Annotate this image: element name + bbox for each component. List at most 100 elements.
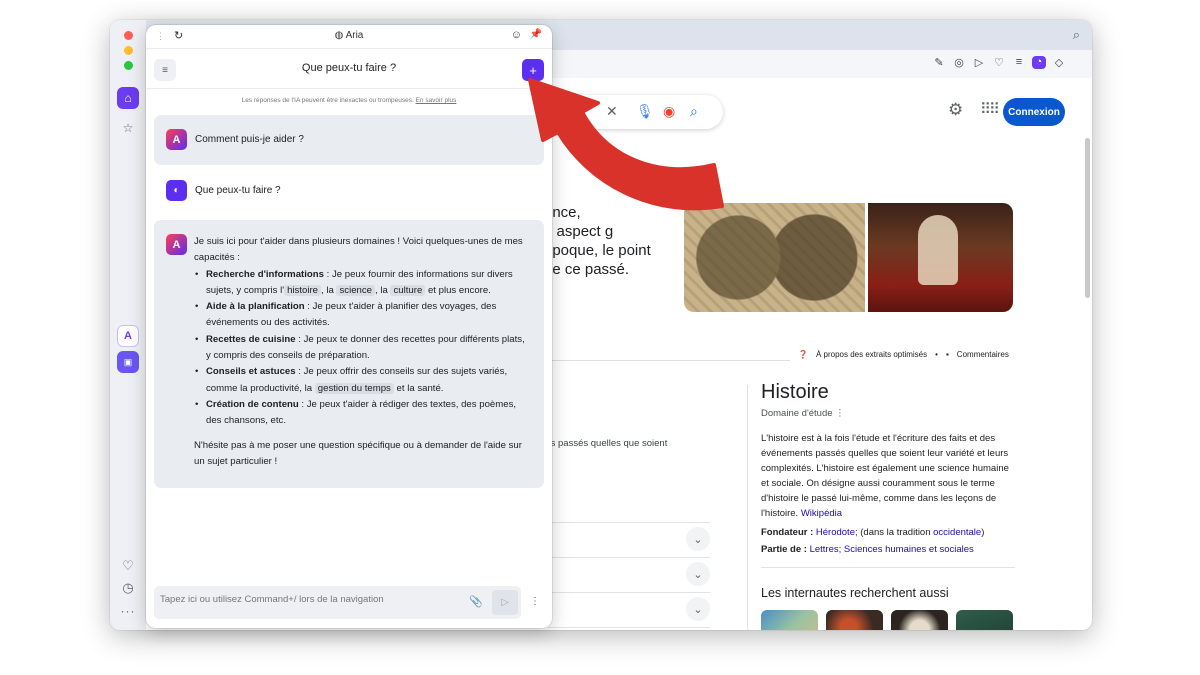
item-text: , la xyxy=(375,284,391,296)
item-text: et plus encore. xyxy=(425,284,491,296)
extension-icon[interactable]: ▣ xyxy=(117,351,139,373)
list-item: Création de contenu : Je peux t'aider à … xyxy=(195,397,529,430)
knowledge-panel-divider xyxy=(747,385,748,630)
search-icon[interactable]: ⌕ xyxy=(690,103,698,120)
kp-part-of: Partie de : Lettres; Sciences humaines e… xyxy=(761,544,1015,555)
item-title: Recherche d'informations xyxy=(206,268,324,280)
thumbnail[interactable] xyxy=(826,610,883,630)
learn-more-link[interactable]: En savoir plus xyxy=(416,97,457,104)
smile-icon[interactable]: ☺ xyxy=(511,29,522,41)
mic-icon[interactable]: 🎙 xyxy=(636,103,654,120)
assistant-greeting: A Comment puis-je aider ? xyxy=(154,115,544,165)
founder-note: ; (dans la tradition xyxy=(854,527,934,538)
zoom-window-button[interactable] xyxy=(124,61,133,70)
knowledge-panel: Histoire Domaine d'étude ⋮ L'histoire es… xyxy=(761,381,1015,630)
kp-divider xyxy=(761,567,1015,568)
also-search-heading: Les internautes recherchent aussi xyxy=(761,586,949,600)
minimize-window-button[interactable] xyxy=(124,46,133,55)
about-snippets-link[interactable]: À propos des extraits optimisés xyxy=(816,350,927,359)
aria-titlebar: ⋮ ↻ ◍ Aria ☺ 📌 xyxy=(146,25,552,49)
also-search-thumbnails xyxy=(761,610,1015,630)
thumbnail[interactable] xyxy=(891,610,948,630)
more-options-icon[interactable]: ⋮ xyxy=(835,408,845,419)
kp-description-text: L'histoire est à la fois l'étude et l'éc… xyxy=(761,433,1009,519)
capabilities-list: Recherche d'informations : Je peux fourn… xyxy=(195,267,529,430)
list-item: Recettes de cuisine : Je peux te donner … xyxy=(195,332,529,365)
toolbar-icons: ✎ ◎ ▷ ♡ ≡ ◔ ◇ xyxy=(932,56,1066,69)
kp-subtitle-text: Domaine d'étude xyxy=(761,408,833,419)
chevron-down-icon[interactable]: ⌄ xyxy=(686,562,710,586)
kp-title: Histoire xyxy=(761,381,829,403)
conversation-title: Que peux-tu faire ? xyxy=(301,62,397,74)
cube-icon[interactable]: ◇ xyxy=(1052,56,1066,69)
heart-icon[interactable]: ♡ xyxy=(117,555,139,577)
more-options-icon[interactable]: ⋮ xyxy=(530,596,540,607)
topic-tag[interactable]: gestion du temps xyxy=(314,382,394,394)
attach-icon[interactable]: 📎 xyxy=(469,595,483,608)
more-icon[interactable]: ··· xyxy=(117,600,139,622)
disclaimer-text: Les réponses de l'IA peuvent être inexac… xyxy=(241,97,414,104)
aria-sidebar-icon[interactable]: A xyxy=(117,325,139,347)
new-chat-button[interactable]: + xyxy=(522,59,544,81)
item-title: Aide à la planification xyxy=(206,301,305,313)
wikipedia-link[interactable]: Wikipédia xyxy=(801,508,842,519)
topic-tag[interactable]: histoire xyxy=(284,284,322,296)
painting-image[interactable] xyxy=(868,203,1013,312)
topic-tag[interactable]: culture xyxy=(390,284,426,296)
chevron-down-icon[interactable]: ⌄ xyxy=(686,597,710,621)
topic-tag[interactable]: science xyxy=(336,284,376,296)
featured-snippet: ence, n aspect g époque, le point de ce … xyxy=(544,203,651,279)
founder-link[interactable]: Hérodote xyxy=(816,527,855,538)
tools-tab[interactable]: Outils xyxy=(690,168,716,179)
apps-grid-icon[interactable]: ⠿⠿ xyxy=(980,100,1000,118)
world-map-image[interactable] xyxy=(684,203,865,312)
scrollbar[interactable] xyxy=(1085,138,1090,298)
kp-founder: Fondateur : Hérodote; (dans la tradition… xyxy=(761,527,1015,538)
lens-icon[interactable]: ◉ xyxy=(663,103,675,120)
paa-divider xyxy=(548,627,710,628)
menu-lines-icon[interactable]: ≡ xyxy=(1012,56,1026,69)
edit-icon[interactable]: ✎ xyxy=(932,56,946,69)
reply-text: Je suis ici pour t'aider dans plusieurs … xyxy=(194,234,529,470)
snippet-line: époque, le point xyxy=(544,242,651,259)
thumbnail[interactable] xyxy=(761,610,818,630)
aria-logo-icon: A xyxy=(166,234,187,255)
help-icon[interactable]: ❓ xyxy=(798,350,808,359)
thumbnail[interactable] xyxy=(956,610,1013,630)
google-search-bar[interactable]: ✕ 🎙 ◉ ⌕ xyxy=(546,95,723,129)
feedback-icon[interactable]: ▪ xyxy=(946,350,949,359)
close-window-button[interactable] xyxy=(124,31,133,40)
aria-panel: ⋮ ↻ ◍ Aria ☺ 📌 ≡ Que peux-tu faire ? + L… xyxy=(146,25,552,628)
item-title: Création de contenu xyxy=(206,398,299,410)
history-icon[interactable]: ◷ xyxy=(117,577,139,599)
play-icon[interactable]: ▷ xyxy=(972,56,986,69)
gear-icon[interactable]: ⚙ xyxy=(948,100,963,120)
chat-input[interactable] xyxy=(160,594,460,605)
divider xyxy=(546,360,790,361)
feedback-link[interactable]: Commentaires xyxy=(957,350,1009,359)
heart-toolbar-icon[interactable]: ♡ xyxy=(992,56,1006,69)
home-icon[interactable]: ⌂ xyxy=(117,87,139,109)
login-button[interactable]: Connexion xyxy=(1003,98,1065,126)
pin-icon[interactable]: 📌 xyxy=(530,29,542,40)
chevron-down-icon[interactable]: ⌄ xyxy=(686,527,710,551)
star-icon[interactable]: ☆ xyxy=(117,117,139,139)
reply-outro: N'hésite pas à me poser une question spé… xyxy=(194,439,522,467)
clear-search-icon[interactable]: ✕ xyxy=(606,103,618,120)
list-item: Recherche d'informations : Je peux fourn… xyxy=(195,267,529,300)
camera-icon[interactable]: ◎ xyxy=(952,56,966,69)
user-avatar-icon: ◐ xyxy=(166,180,187,201)
item-title: Conseils et astuces xyxy=(206,366,296,378)
send-button[interactable]: ▷ xyxy=(492,590,518,615)
occidental-link[interactable]: occidentale xyxy=(933,527,981,538)
kp-description: L'histoire est à la fois l'étude et l'éc… xyxy=(761,431,1015,521)
search-tabs-icon[interactable]: ⌕ xyxy=(1073,27,1080,43)
profile-icon[interactable]: ◔ xyxy=(1032,56,1046,69)
assistant-reply: A Je suis ici pour t'aider dans plusieur… xyxy=(154,220,544,488)
browser-sidebar: ⌂ ☆ A ▣ ♡ ◷ ··· xyxy=(110,20,146,630)
paa-divider xyxy=(548,592,710,593)
lettres-link[interactable]: Lettres xyxy=(810,544,839,555)
paa-divider xyxy=(548,522,710,523)
chat-composer: 📎 ▷ xyxy=(154,586,521,619)
sciences-link[interactable]: Sciences humaines et sociales xyxy=(844,544,974,555)
